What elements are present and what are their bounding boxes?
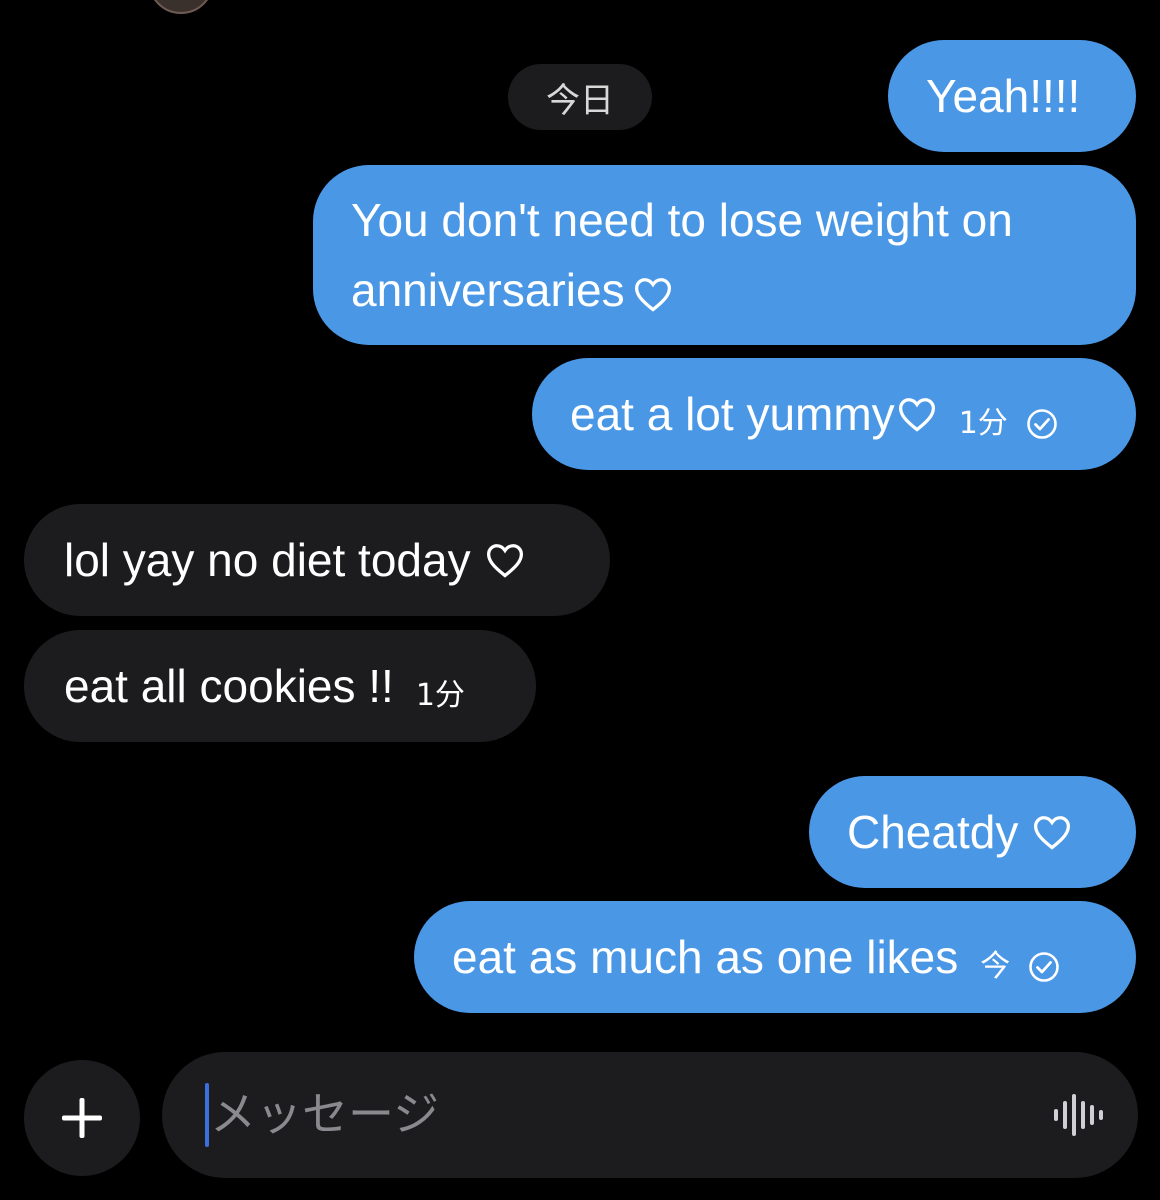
message-bubble-outgoing[interactable]: Cheatdy [809, 776, 1136, 888]
message-meta: 1分 [959, 390, 1058, 458]
add-attachment-button[interactable] [24, 1060, 140, 1176]
read-check-icon [1029, 952, 1060, 982]
waveform-icon[interactable] [1052, 1092, 1104, 1138]
message-text: Yeah!!!! [926, 70, 1081, 122]
heart-icon [1034, 816, 1071, 850]
message-meta: 今 [980, 933, 1060, 1001]
message-meta: 1分 [416, 662, 465, 730]
heart-icon [634, 277, 671, 312]
message-text: lol yay no diet today [64, 534, 471, 586]
message-input[interactable]: メッセージ [162, 1052, 1138, 1178]
message-timestamp: 1分 [958, 406, 1008, 441]
message-bubble-outgoing[interactable]: eat as much as one likes 今 [414, 901, 1136, 1013]
message-text: You don't need to lose weight on anniver… [351, 194, 1013, 316]
message-text: eat a lot yummy [570, 388, 895, 440]
date-divider: 今日 [508, 64, 652, 130]
message-timestamp: 今 [980, 949, 1011, 984]
text-caret [205, 1083, 209, 1147]
message-bubble-incoming[interactable]: lol yay no diet today [24, 504, 610, 616]
message-bubble-outgoing[interactable]: You don't need to lose weight on anniver… [313, 165, 1136, 345]
message-bubble-outgoing[interactable]: Yeah!!!! [888, 40, 1136, 152]
message-text: eat all cookies !! [64, 660, 394, 712]
heart-icon [898, 398, 935, 432]
message-bubble-outgoing[interactable]: eat a lot yummy 1分 [532, 358, 1136, 470]
plus-icon [62, 1098, 102, 1138]
message-text: eat as much as one likes [452, 931, 959, 983]
message-timestamp: 1分 [415, 678, 465, 713]
read-check-icon [1026, 409, 1057, 439]
message-text: Cheatdy [847, 806, 1019, 858]
heart-icon [486, 544, 523, 578]
message-input-placeholder: メッセージ [210, 1087, 440, 1141]
message-bubble-incoming[interactable]: eat all cookies !! 1分 [24, 630, 536, 742]
avatar[interactable] [148, 0, 214, 14]
date-divider-label: 今日 [546, 80, 614, 121]
